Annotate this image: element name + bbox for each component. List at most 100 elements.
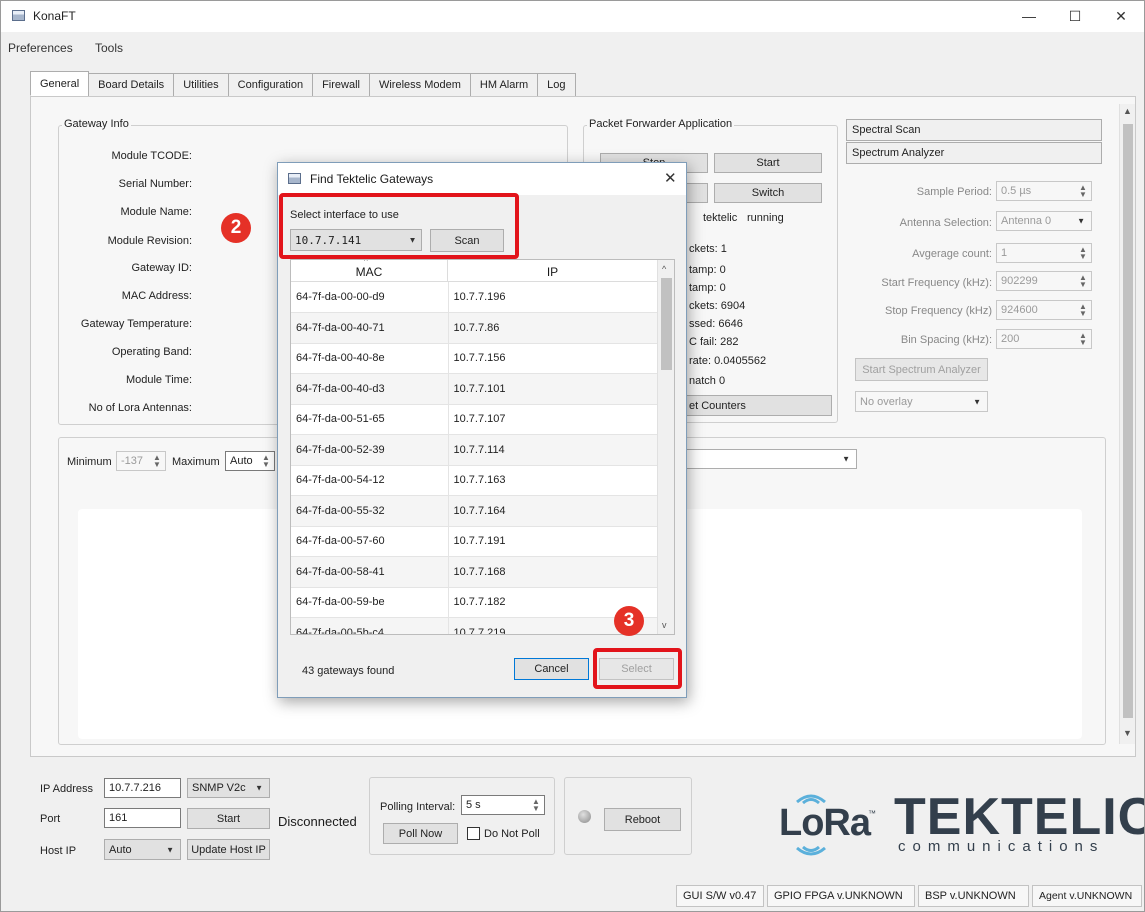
sample-period-spinbox[interactable]: 0.5 µs ▲ ▼ [996, 181, 1092, 201]
scroll-down-icon[interactable]: v [662, 620, 667, 630]
table-row[interactable]: 64-7f-da-00-40-8e 10.7.7.156 [291, 343, 657, 374]
label-module-time: Module Time: [125, 374, 192, 386]
antenna-select[interactable]: Antenna 0 ▼ [996, 211, 1092, 231]
table-row[interactable]: 64-7f-da-00-59-be 10.7.7.182 [291, 587, 657, 618]
bin-spacing-spinbox[interactable]: 200 ▲ ▼ [996, 329, 1092, 349]
update-host-ip-button[interactable]: Update Host IP [187, 839, 270, 860]
ip-cell: 10.7.7.163 [448, 465, 657, 496]
tab-configuration[interactable]: Configuration [227, 73, 314, 96]
spin-arrows-icon[interactable]: ▲ ▼ [1077, 246, 1089, 261]
column-ip-label: IP [546, 265, 559, 279]
port-input[interactable]: 161 [104, 808, 181, 828]
table-row[interactable]: 64-7f-da-00-55-32 10.7.7.164 [291, 495, 657, 527]
panel-scrollbar[interactable]: ▲ ▼ [1119, 104, 1135, 744]
do-not-poll-label: Do Not Poll [484, 828, 540, 840]
reboot-button[interactable]: Reboot [604, 808, 681, 831]
stop-frequency-spinbox[interactable]: 924600 ▲ ▼ [996, 300, 1092, 320]
mac-cell: 64-7f-da-00-52-39 [291, 434, 449, 466]
table-row[interactable]: 64-7f-da-00-51-65 10.7.7.107 [291, 404, 657, 435]
cancel-button[interactable]: Cancel [514, 658, 589, 680]
step-badge-3: 3 [614, 606, 644, 636]
start-connection-button[interactable]: Start [187, 808, 270, 829]
label-sample-period: Sample Period: [916, 186, 992, 198]
spin-arrows-icon[interactable]: ▲ ▼ [1077, 332, 1089, 347]
maximum-spinbox[interactable]: Auto ▲ ▼ [225, 451, 275, 471]
spectrum-analyzer-tab[interactable]: Spectrum Analyzer [846, 142, 1102, 164]
dialog-close-icon[interactable]: ✕ [664, 169, 677, 187]
mac-cell: 64-7f-da-00-40-8e [291, 343, 449, 374]
spin-arrows-icon[interactable]: ▲ ▼ [1077, 303, 1089, 318]
tab-utilities[interactable]: Utilities [173, 73, 229, 96]
mac-cell: 64-7f-da-00-58-41 [291, 556, 449, 588]
scroll-down-icon[interactable]: ▼ [1123, 728, 1132, 738]
chevron-down-icon: ▼ [842, 454, 850, 464]
tab-log[interactable]: Log [537, 73, 576, 96]
ip-address-input[interactable]: 10.7.7.216 [104, 778, 181, 798]
spin-arrows-icon[interactable]: ▲ ▼ [260, 454, 272, 469]
label-gateway-id: Gateway ID: [131, 262, 192, 274]
spin-arrows-icon[interactable]: ▲ ▼ [530, 798, 542, 813]
poll-now-button[interactable]: Poll Now [383, 823, 458, 844]
stat-line: rate: 0.0405562 [689, 355, 767, 367]
trademark-mark: ™ [868, 809, 876, 818]
ip-cell: 10.7.7.191 [448, 526, 657, 557]
table-row[interactable]: 64-7f-da-00-40-71 10.7.7.86 [291, 312, 657, 344]
do-not-poll-checkbox[interactable] [467, 827, 480, 840]
minimum-spinbox[interactable]: -137 ▲ ▼ [116, 451, 166, 471]
tab-board-details[interactable]: Board Details [88, 73, 175, 96]
mac-cell: 64-7f-da-00-5b-c4 [291, 617, 449, 634]
gateway-rows: 64-7f-da-00-00-d9 10.7.7.196 64-7f-da-00-… [291, 282, 657, 634]
spectral-scan-tab[interactable]: Spectral Scan [846, 119, 1102, 141]
label-bin-spacing: Bin Spacing (kHz): [900, 334, 992, 346]
ip-cell: 10.7.7.86 [448, 312, 657, 344]
column-ip[interactable]: IP [448, 260, 657, 282]
mac-cell: 64-7f-da-00-57-60 [291, 526, 449, 557]
maximize-button[interactable]: ☐ [1052, 0, 1098, 32]
title-bar [0, 0, 1145, 32]
ip-cell: 10.7.7.107 [448, 404, 657, 435]
table-scrollbar-thumb[interactable] [661, 278, 672, 370]
snmp-version-select[interactable]: SNMP V2c ▼ [187, 778, 270, 798]
stat-line: ssed: 6646 [689, 318, 743, 330]
table-row[interactable]: 64-7f-da-00-52-39 10.7.7.114 [291, 434, 657, 466]
start-frequency-spinbox[interactable]: 902299 ▲ ▼ [996, 271, 1092, 291]
spin-arrows-icon[interactable]: ▲ ▼ [1077, 274, 1089, 289]
table-row[interactable]: 64-7f-da-00-40-d3 10.7.7.101 [291, 373, 657, 405]
spin-arrows-icon[interactable]: ▲ ▼ [1077, 184, 1089, 199]
host-ip-select[interactable]: Auto ▼ [104, 839, 181, 860]
reset-counters-button[interactable]: et Counters [680, 395, 832, 416]
scroll-up-icon[interactable]: ▲ [1123, 106, 1132, 116]
spin-arrows-icon[interactable]: ▲ ▼ [151, 454, 163, 469]
average-count-spinbox[interactable]: 1 ▲ ▼ [996, 243, 1092, 263]
polling-value: 5 s [466, 799, 481, 811]
start-forwarder-button[interactable]: Start [714, 153, 822, 173]
label-antenna-selection: Antenna Selection: [899, 217, 992, 229]
tab-wireless-modem[interactable]: Wireless Modem [368, 73, 471, 96]
minimize-button[interactable]: — [1006, 0, 1052, 32]
switch-button[interactable]: Switch [714, 183, 822, 203]
table-row[interactable]: 64-7f-da-00-5b-c4 10.7.7.219 [291, 617, 657, 634]
scroll-up-icon[interactable]: ^ [662, 264, 666, 274]
table-row[interactable]: 64-7f-da-00-00-d9 10.7.7.196 [291, 282, 657, 313]
mac-cell: 64-7f-da-00-40-71 [291, 312, 449, 344]
table-row[interactable]: 64-7f-da-00-57-60 10.7.7.191 [291, 526, 657, 557]
table-row[interactable]: 64-7f-da-00-58-41 10.7.7.168 [291, 556, 657, 588]
tab-firewall[interactable]: Firewall [312, 73, 370, 96]
scrollbar-thumb[interactable] [1123, 124, 1133, 718]
overlay-select[interactable]: No overlay ▼ [855, 391, 988, 412]
tab-hm-alarm[interactable]: HM Alarm [469, 73, 539, 96]
menu-tools[interactable]: Tools [95, 41, 123, 55]
sort-up-icon: ^ [364, 259, 368, 266]
mac-cell: 64-7f-da-00-51-65 [291, 404, 449, 435]
lora-wave-icon [796, 846, 826, 856]
chevron-down-icon: ▼ [166, 845, 174, 854]
start-spectrum-analyzer-button[interactable]: Start Spectrum Analyzer [855, 358, 988, 381]
polling-interval-spinbox[interactable]: 5 s ▲ ▼ [461, 795, 545, 815]
menu-preferences[interactable]: Preferences [8, 41, 73, 55]
tab-general[interactable]: General [30, 71, 90, 96]
table-scrollbar[interactable]: ^ v [657, 260, 674, 634]
plot-selector[interactable]: ▼ [687, 449, 857, 469]
column-mac[interactable]: MAC [291, 260, 448, 282]
close-window-button[interactable]: ✕ [1098, 0, 1144, 32]
table-row[interactable]: 64-7f-da-00-54-12 10.7.7.163 [291, 465, 657, 496]
